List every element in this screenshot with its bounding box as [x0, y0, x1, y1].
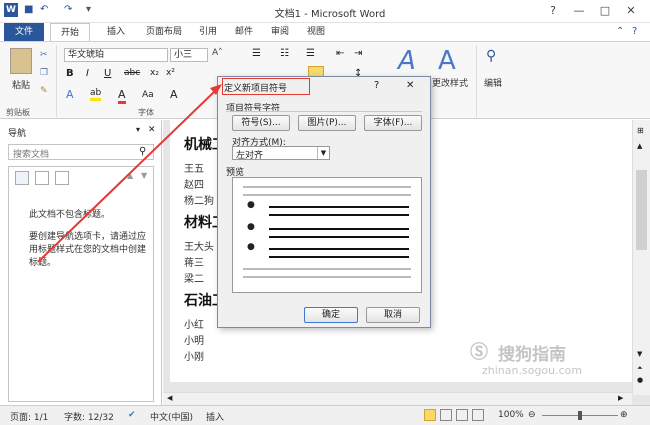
- watermark-logo: Ⓢ: [470, 342, 488, 363]
- watermark-name: 搜狗指南: [498, 345, 566, 365]
- watermark-url: zhinan.sogou.com: [482, 364, 583, 377]
